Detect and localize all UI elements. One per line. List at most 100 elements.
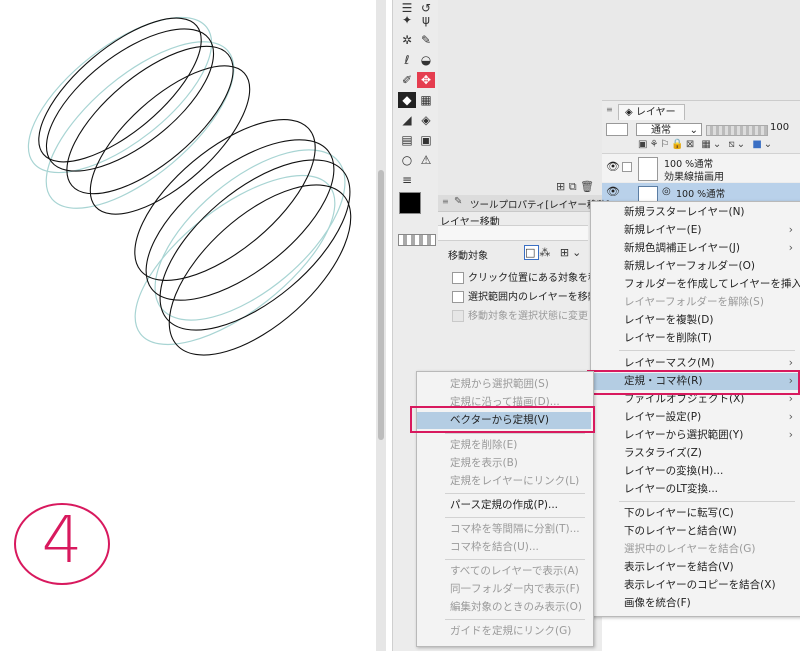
menu-item-new-raster-layer[interactable]: 新規ラスターレイヤー(N) xyxy=(591,204,799,221)
layer-panel: ◈ レイヤー ≡ 通常 ⌄ 100 ▣⚘⚐🔒⊠ ▦⌄ ⧅⌄ ■⌄ 👁 100 %… xyxy=(602,100,800,211)
menu-separator xyxy=(619,501,795,502)
checkbox[interactable] xyxy=(452,272,464,284)
tool-subtitle-bar xyxy=(438,225,588,241)
menu-item-delete-ruler: 定規を削除(E) xyxy=(450,439,518,451)
scrollbar-thumb[interactable] xyxy=(378,170,384,440)
menu-item-release-folder: レイヤーフォルダーを解除(S) xyxy=(624,296,764,308)
menu-item-divide-frame: コマ枠を等間隔に分割(T)... xyxy=(450,523,580,535)
layer-name: 効果線描画用 xyxy=(664,172,724,183)
option-select-state: 移動対象を選択状態に変更 xyxy=(452,307,588,322)
move-target-row: 移動対象 □⁂ ⊞⌄ xyxy=(448,245,598,263)
panel-icons[interactable]: ⊞ ⧉ 🗑 xyxy=(556,180,594,194)
ellipse-icon[interactable]: ○ xyxy=(398,152,416,168)
menu-item-merge-visible[interactable]: 表示レイヤーを結合(V) xyxy=(591,559,799,576)
blend-mode-select[interactable]: 通常 ⌄ xyxy=(636,123,702,136)
layer-thumbnail xyxy=(638,157,658,181)
move-layer-icon[interactable]: ✥ xyxy=(417,72,435,88)
menu-item-merge-down[interactable]: 下のレイヤーと結合(W) xyxy=(591,523,799,540)
move-target-label: 移動対象 xyxy=(448,251,488,262)
chevron-right-icon: › xyxy=(788,429,793,441)
eraser-icon[interactable]: ◒ xyxy=(417,52,435,68)
menu-item-delete-layer[interactable]: レイヤーを削除(T) xyxy=(591,330,799,347)
menu-item-show-ruler: 定規を表示(B) xyxy=(450,457,518,469)
option-click-target[interactable]: クリック位置にある対象を移動 xyxy=(452,269,608,284)
menu-item-duplicate-layer[interactable]: レイヤーを複製(D) xyxy=(591,312,799,329)
tool-property-title: ツールプロパティ[レイヤー移動] xyxy=(470,200,610,211)
bucket-icon[interactable]: ◈ xyxy=(417,112,435,128)
checkbox xyxy=(452,310,464,322)
layer-toolbar-icons[interactable]: ▣⚘⚐🔒⊠ ▦⌄ ⧅⌄ ■⌄ xyxy=(638,139,774,150)
fill-icon[interactable]: ◆ xyxy=(398,92,416,108)
main-color-swatch[interactable] xyxy=(399,192,421,214)
menu-item-selection-from-ruler: 定規から選択範囲(S) xyxy=(450,378,549,390)
menu-separator xyxy=(445,517,585,518)
opacity-value[interactable]: 100 xyxy=(770,122,789,133)
lasso-icon[interactable]: ℓ xyxy=(398,52,416,68)
menu-item-rasterize[interactable]: ラスタライズ(Z) xyxy=(591,445,799,462)
menu-item-merge-selected: 選択中のレイヤーを結合(G) xyxy=(624,543,756,555)
vector-icon: ◎ xyxy=(662,186,671,197)
sparkle-icon[interactable]: ✦ xyxy=(398,12,416,28)
menu-item-link-ruler-layer: 定規をレイヤーにリンク(L) xyxy=(450,475,580,487)
chevron-right-icon: › xyxy=(788,411,793,423)
menu-item-create-perspective-ruler[interactable]: パース定規の作成(P)... xyxy=(417,497,591,514)
upper-panel: ⊞ ⧉ 🗑 xyxy=(438,0,603,195)
menu-item-layer-settings[interactable]: レイヤー設定(P) › xyxy=(591,409,799,426)
chevron-down-icon: ⌄ xyxy=(689,125,698,136)
layer-context-menu: 新規ラスターレイヤー(N) 新規レイヤー(E) › 新規色調補正レイヤー(J) › … xyxy=(590,201,800,617)
drawing-canvas[interactable]: 4 xyxy=(0,0,376,651)
layer-checkbox[interactable] xyxy=(622,162,632,172)
brush-icon: ✎ xyxy=(454,196,463,207)
transparent-color-swatch[interactable] xyxy=(398,234,436,246)
gradient-icon[interactable]: ▦ xyxy=(417,92,435,108)
highlight-ruler-frame xyxy=(587,370,800,395)
tool-property-header: ≡ ✎ ツールプロパティ[レイヤー移動] xyxy=(438,195,610,212)
frame-icon[interactable]: ▣ xyxy=(417,132,435,148)
layers-icon: ◈ xyxy=(625,107,633,118)
menu-item-selection-from-layer[interactable]: レイヤーから選択範囲(Y) › xyxy=(591,427,799,444)
menu-item-show-all-layers: すべてのレイヤーで表示(A) xyxy=(450,565,579,577)
menu-item-merge-frame: コマ枠を結合(U)... xyxy=(450,541,539,553)
menu-item-link-guide-ruler: ガイドを定規にリンク(G) xyxy=(450,625,572,637)
menu-item-flatten-image[interactable]: 画像を統合(F) xyxy=(591,595,799,612)
eye-icon[interactable]: 👁 xyxy=(606,160,620,173)
ruler-icon[interactable]: ⚠ xyxy=(417,152,435,168)
figure-icon[interactable]: ◢ xyxy=(398,112,416,128)
layer-tab[interactable]: ◈ レイヤー xyxy=(618,104,685,120)
checkbox[interactable] xyxy=(452,291,464,303)
panel-grip-icon[interactable]: ≡ xyxy=(606,105,613,114)
panel-grip-icon[interactable]: ≡ xyxy=(442,197,449,206)
menu-separator xyxy=(445,433,585,434)
menu-separator xyxy=(445,619,585,620)
text-icon[interactable]: ▤ xyxy=(398,132,416,148)
menu-item-new-layer[interactable]: 新規レイヤー(E) › xyxy=(591,222,799,239)
menu-item-convert-layer[interactable]: レイヤーの変換(H)... xyxy=(591,463,799,480)
star-icon[interactable]: ✲ xyxy=(398,32,416,48)
layer-row[interactable]: 👁 100 %通常 効果線描画用 xyxy=(602,153,800,183)
pen-icon[interactable]: ✎ xyxy=(417,32,435,48)
menu-item-show-edit-only: 編集対象のときのみ表示(O) xyxy=(450,601,582,613)
menu-item-create-folder-insert[interactable]: フォルダーを作成してレイヤーを挿入(F) xyxy=(591,276,800,293)
chevron-right-icon: › xyxy=(788,224,793,236)
menu-separator xyxy=(445,493,585,494)
opacity-slider[interactable] xyxy=(706,125,768,136)
highlight-ruler-from-vector xyxy=(410,406,595,433)
layer-mode-text: 100 %通常 xyxy=(676,189,726,200)
chevron-right-icon: › xyxy=(788,242,793,254)
grass-icon[interactable]: ψ xyxy=(417,12,435,28)
move-target-icons[interactable]: □⁂ ⊞⌄ xyxy=(524,245,584,260)
pencil-icon[interactable]: ✐ xyxy=(398,72,416,88)
menu-separator xyxy=(445,559,585,560)
menu-item-show-same-folder: 同一フォルダー内で表示(F) xyxy=(450,583,580,595)
layer-stack-icon[interactable]: ≡ xyxy=(398,172,416,188)
menu-item-merge-visible-copy[interactable]: 表示レイヤーのコピーを結合(X) xyxy=(591,577,799,594)
menu-item-new-layer-folder[interactable]: 新規レイヤーフォルダー(O) xyxy=(591,258,799,275)
menu-item-new-correction-layer[interactable]: 新規色調補正レイヤー(J) › xyxy=(591,240,799,257)
upper-right-panel xyxy=(602,0,800,100)
option-selection-layers[interactable]: 選択範囲内のレイヤーを移動 xyxy=(452,288,598,303)
menu-item-lt-convert[interactable]: レイヤーのLT変換... xyxy=(591,481,799,498)
menu-item-transfer-down[interactable]: 下のレイヤーに転写(C) xyxy=(591,505,799,522)
menu-separator xyxy=(619,350,795,351)
annotation-number: 4 xyxy=(41,504,83,578)
color-checkbox[interactable] xyxy=(606,123,628,136)
